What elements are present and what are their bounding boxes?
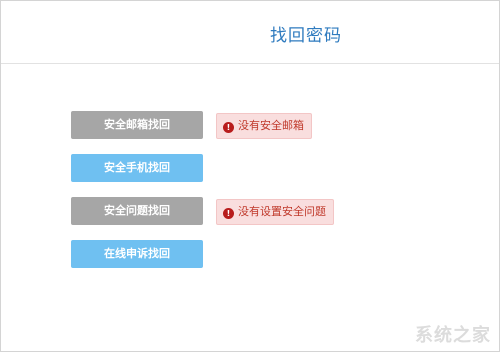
exclamation-icon: ! [223,122,234,133]
header-bar: 找回密码 [1,1,499,64]
recover-by-question-button[interactable]: 安全问题找回 [71,197,203,225]
watermark-logo: 系统之家 [415,325,491,346]
warning-text: 没有安全邮箱 [238,119,304,132]
exclamation-icon: ! [223,208,234,219]
recover-by-email-button[interactable]: 安全邮箱找回 [71,111,203,139]
warning-text: 没有设置安全问题 [238,205,326,218]
recover-by-phone-button[interactable]: 安全手机找回 [71,154,203,182]
page-title: 找回密码 [270,26,342,46]
online-appeal-button[interactable]: 在线申诉找回 [71,240,203,268]
no-question-warning: ! 没有设置安全问题 [216,199,334,225]
recover-password-panel: 找回密码 安全邮箱找回 ! 没有安全邮箱 安全手机找回 安全问题找回 ! 没有设置安… [0,0,500,352]
no-email-warning: ! 没有安全邮箱 [216,113,312,139]
